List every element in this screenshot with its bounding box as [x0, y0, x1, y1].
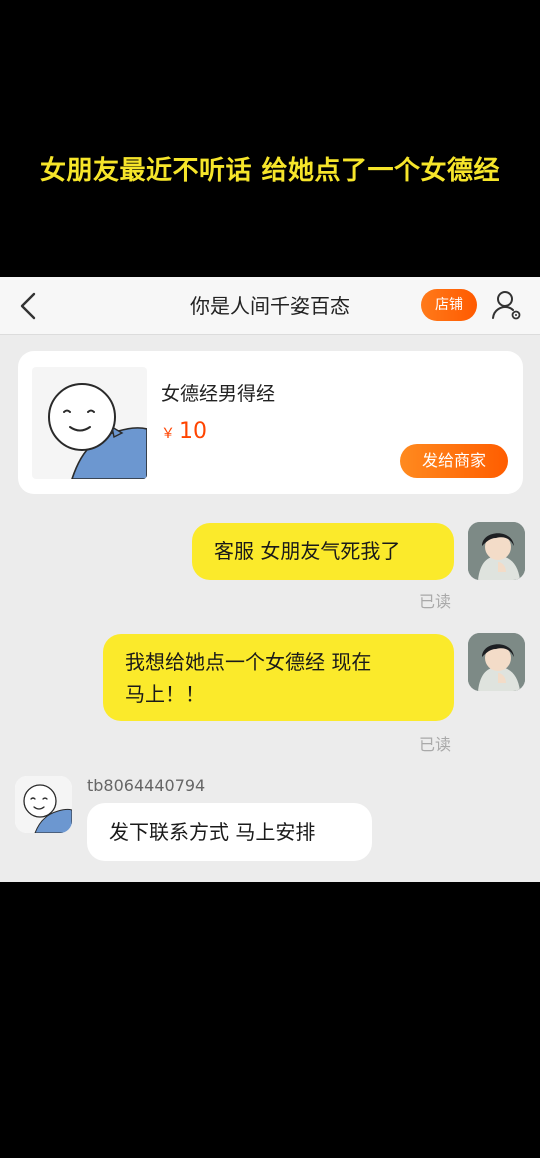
message-text: 客服 女朋友气死我了 — [214, 539, 401, 563]
product-price: ￥ 10 — [161, 419, 207, 444]
price-value: 10 — [179, 419, 207, 444]
anime-avatar-icon — [468, 633, 525, 691]
product-image — [32, 367, 147, 479]
message-text: 发下联系方式 马上安排 — [109, 820, 316, 844]
send-to-merchant-button[interactable]: 发给商家 — [400, 444, 508, 478]
currency-symbol: ￥ — [161, 426, 175, 442]
anime-avatar-icon — [468, 522, 525, 580]
chat-header: 你是人间千姿百态 店铺 — [0, 277, 540, 335]
message-bubble-mine[interactable]: 我想给她点一个女德经 现在 马上！！ — [103, 634, 454, 721]
read-status: 已读 — [419, 735, 452, 754]
avatar[interactable] — [468, 633, 525, 691]
smiley-figure-icon — [48, 383, 147, 479]
product-name: 女德经男得经 — [161, 383, 276, 405]
chat-screen: 你是人间千姿百态 店铺 女德经男得经 ￥ 10 发给商家 客服 女朋友气死我了 … — [0, 277, 540, 882]
message-bubble-mine[interactable]: 客服 女朋友气死我了 — [192, 523, 454, 580]
user-settings-button[interactable] — [490, 288, 524, 322]
message-bubble-other[interactable]: 发下联系方式 马上安排 — [87, 803, 372, 861]
avatar[interactable] — [468, 522, 525, 580]
smiley-figure-icon — [15, 776, 72, 833]
sender-name: tb8064440794 — [87, 776, 206, 795]
message-text-line: 马上！！ — [125, 682, 205, 706]
avatar[interactable] — [15, 776, 72, 833]
user-settings-icon — [492, 291, 521, 320]
product-card[interactable]: 女德经男得经 ￥ 10 发给商家 — [18, 351, 523, 494]
message-text-line: 我想给她点一个女德经 现在 — [125, 650, 372, 674]
read-status: 已读 — [419, 592, 452, 611]
store-button[interactable]: 店铺 — [421, 289, 477, 321]
video-caption: 女朋友最近不听话 给她点了一个女德经 — [39, 156, 501, 186]
